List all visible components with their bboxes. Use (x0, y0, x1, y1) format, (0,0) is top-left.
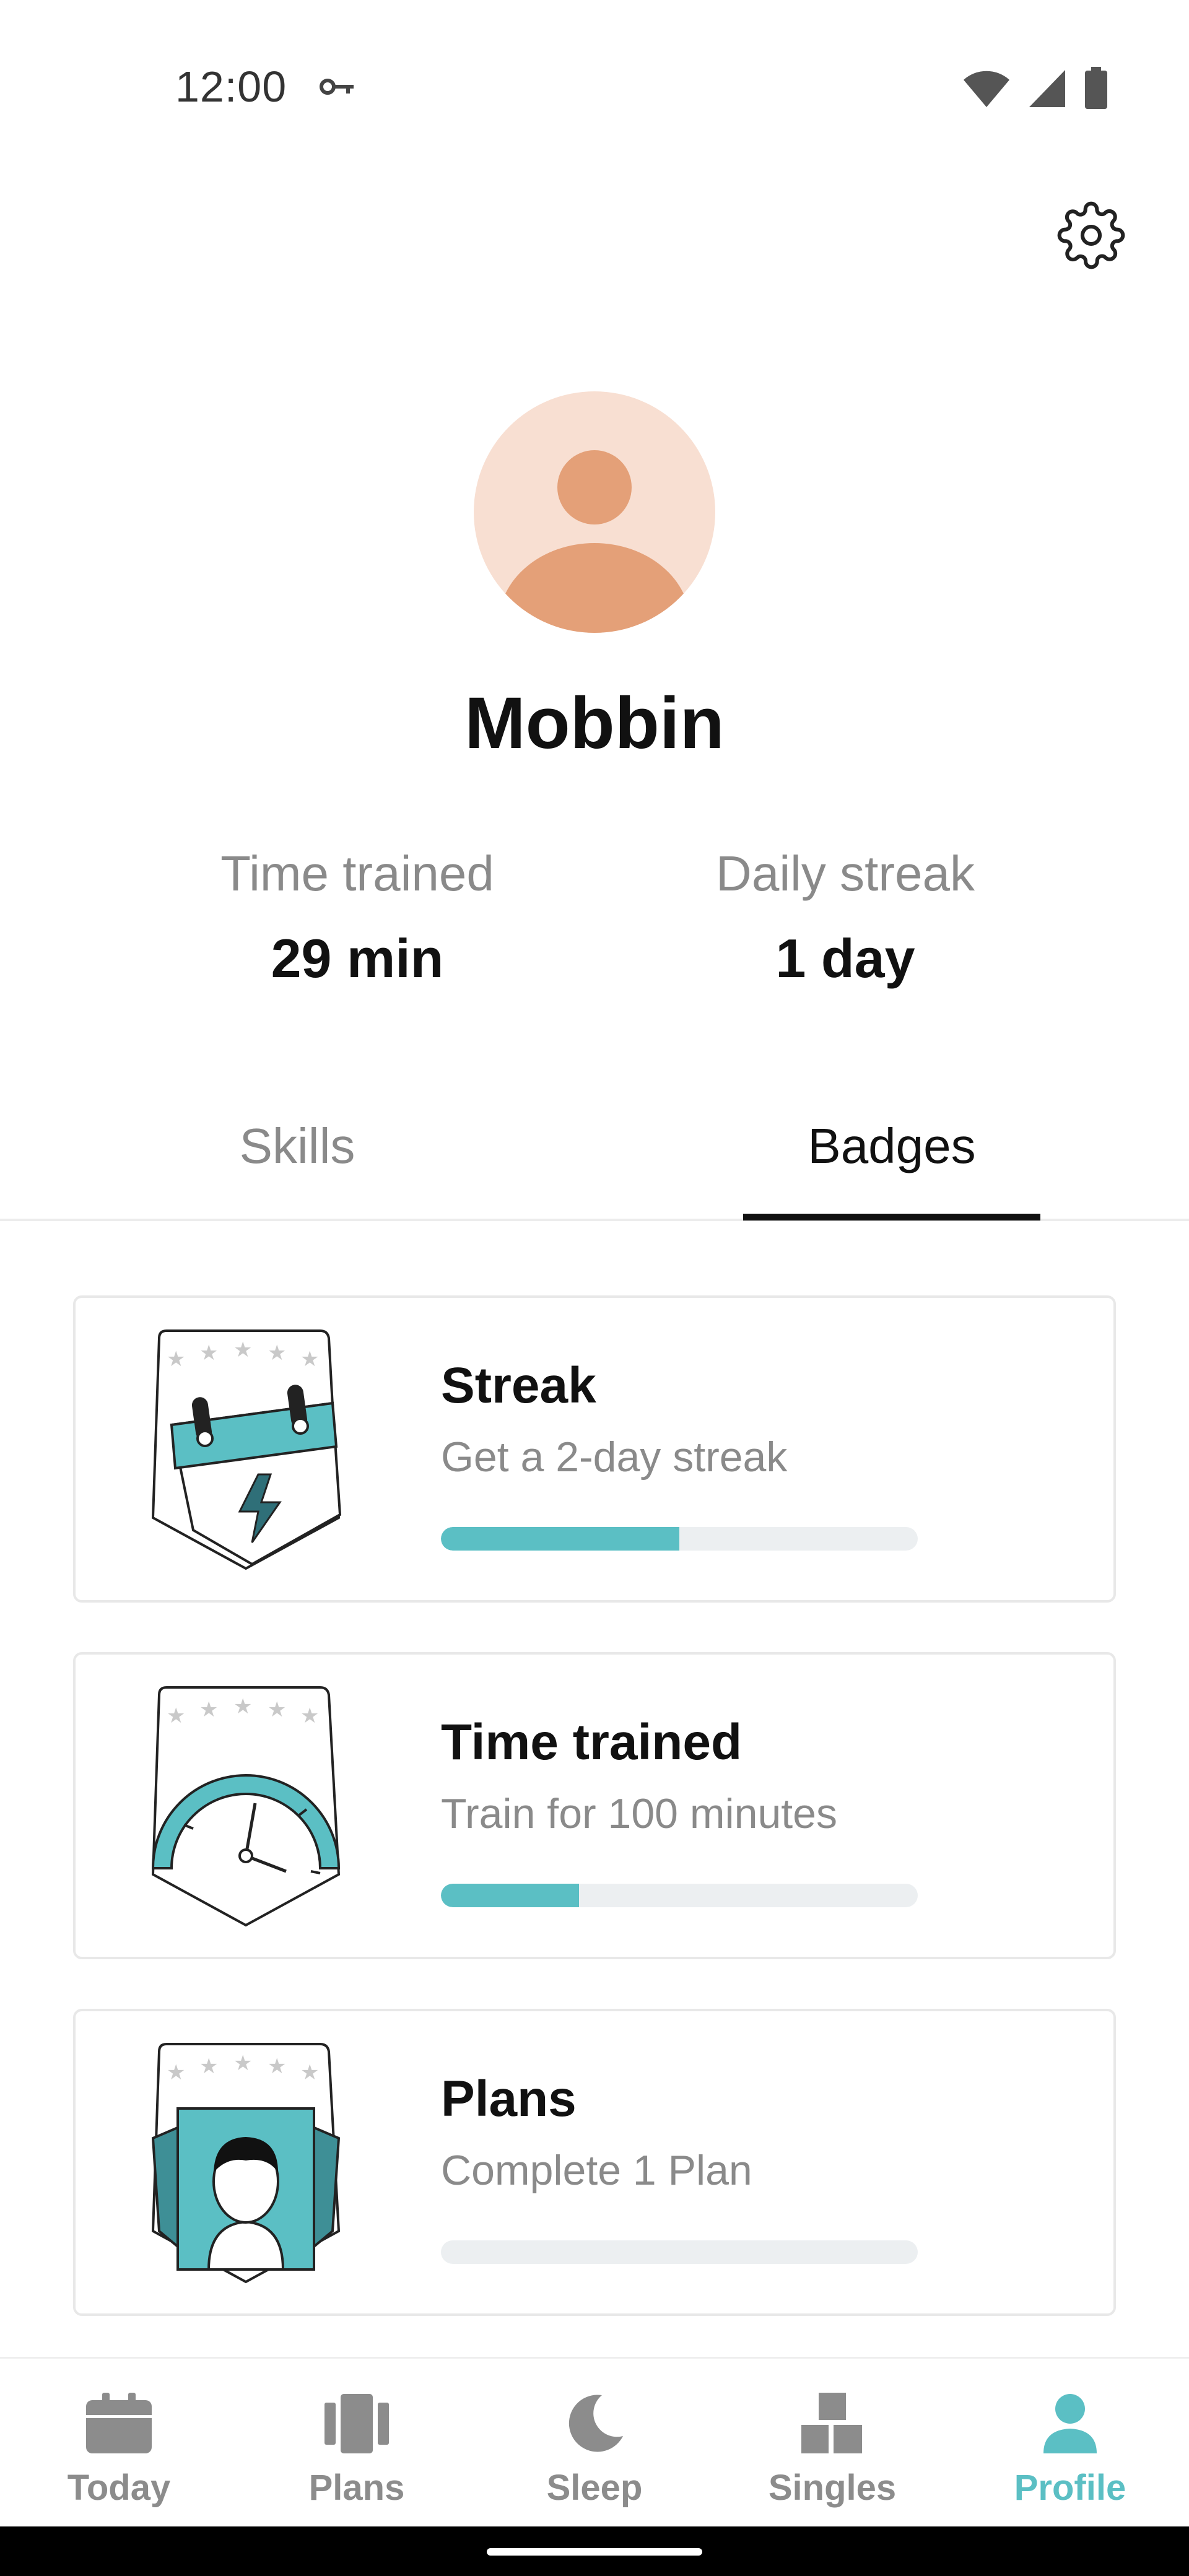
badge-progress-fill (441, 1884, 580, 1907)
streak-badge-icon: ★ ★ ★ ★ ★ (151, 1329, 342, 1570)
moon-icon (568, 2395, 623, 2452)
nav-label: Profile (1014, 2468, 1126, 2508)
tab-active-indicator (743, 1214, 1040, 1221)
badge-subtitle: Get a 2-day streak (441, 1434, 788, 1481)
tab-skills[interactable]: Skills (149, 1118, 446, 1175)
settings-button[interactable] (1053, 197, 1130, 274)
badge-card-streak[interactable]: ★ ★ ★ ★ ★ Streak Get a 2-day streak (73, 1295, 1116, 1603)
badge-progress-bar (441, 1527, 918, 1551)
status-icons (962, 67, 1108, 110)
svg-text:★: ★ (167, 2061, 185, 2084)
gear-icon (1057, 201, 1125, 269)
stat-daily-streak: Daily streak 1 day (672, 845, 1019, 990)
avatar-body (499, 543, 690, 633)
wifi-icon (964, 71, 1009, 107)
nav-label: Plans (308, 2468, 405, 2508)
calendar-icon (86, 2393, 152, 2453)
nav-singles[interactable]: Singles (713, 2390, 951, 2509)
badge-progress-bar (441, 2240, 918, 2264)
badge-title: Streak (441, 1357, 596, 1414)
stat-value: 1 day (775, 928, 915, 989)
svg-text:★: ★ (300, 1347, 319, 1371)
avatar[interactable] (474, 391, 715, 633)
svg-text:★: ★ (233, 2052, 252, 2075)
svg-text:★: ★ (199, 1698, 218, 1721)
badge-card-plans[interactable]: ★ ★ ★ ★ ★ Plans Complete 1 Plan (73, 2009, 1116, 2316)
user-name: Mobbin (464, 682, 725, 764)
nav-today[interactable]: Today (0, 2390, 238, 2509)
svg-text:★: ★ (167, 1347, 185, 1371)
vpn-key-icon (320, 79, 354, 95)
tab-badges[interactable]: Badges (743, 1118, 1040, 1175)
clock-badge-icon: ★ ★ ★ ★ ★ (151, 1686, 341, 1927)
nav-profile[interactable]: Profile (951, 2390, 1189, 2509)
bottom-nav: Today Plans Sleep Singles Profile (0, 2357, 1189, 2526)
svg-text:★: ★ (199, 1341, 218, 1365)
avatar-head (557, 450, 632, 524)
svg-text:★: ★ (233, 1695, 252, 1718)
badge-title: Time trained (441, 1714, 743, 1770)
nav-sleep[interactable]: Sleep (476, 2390, 713, 2509)
stat-label: Time trained (220, 846, 494, 901)
badge-title: Plans (441, 2071, 577, 2127)
nav-label: Today (67, 2468, 171, 2508)
nav-label: Singles (768, 2468, 897, 2508)
nav-plans[interactable]: Plans (238, 2390, 476, 2509)
stat-label: Daily streak (716, 846, 975, 901)
status-time: 12:00 (175, 63, 287, 111)
badge-progress-fill (441, 1527, 679, 1551)
badge-card-time-trained[interactable]: ★ ★ ★ ★ ★ Time trained Train for 100 minut… (73, 1652, 1116, 1959)
blocks-icon (801, 2393, 862, 2453)
svg-text:★: ★ (233, 1338, 252, 1362)
svg-text:★: ★ (300, 2061, 319, 2084)
stat-time-trained: Time trained 29 min (184, 845, 531, 990)
battery-icon (1085, 67, 1107, 109)
nav-label: Sleep (546, 2468, 643, 2508)
stat-value: 29 min (271, 928, 444, 989)
badge-progress-bar (441, 1884, 918, 1907)
svg-text:★: ★ (268, 1698, 286, 1721)
badge-subtitle: Train for 100 minutes (441, 1790, 837, 1837)
svg-text:★: ★ (167, 1704, 185, 1728)
signal-icon (1029, 70, 1065, 107)
svg-text:★: ★ (268, 1341, 286, 1365)
svg-text:★: ★ (268, 2055, 286, 2078)
badge-subtitle: Complete 1 Plan (441, 2147, 752, 2194)
svg-text:★: ★ (300, 1704, 319, 1728)
plans-icon (324, 2394, 389, 2453)
person-icon (1043, 2394, 1097, 2453)
plans-badge-icon: ★ ★ ★ ★ ★ (151, 2043, 341, 2284)
home-indicator[interactable] (487, 2548, 702, 2556)
svg-text:★: ★ (199, 2055, 218, 2078)
